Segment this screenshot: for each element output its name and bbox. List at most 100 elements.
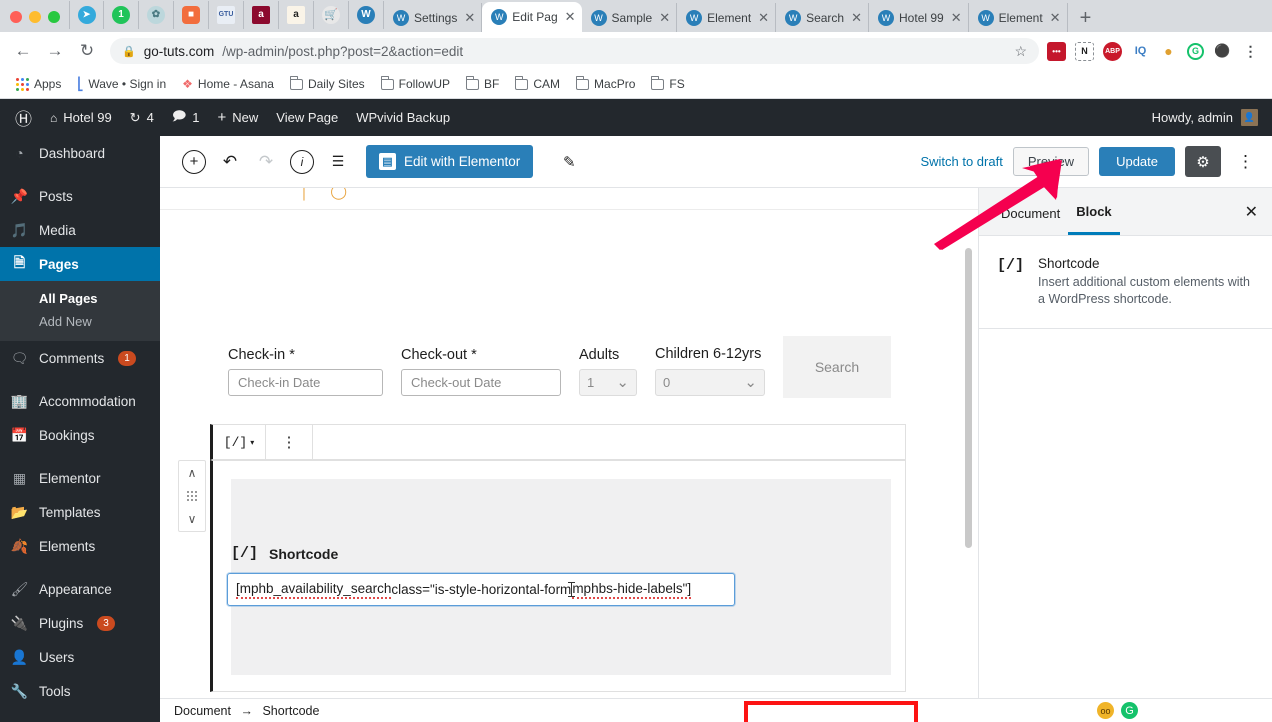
- grammarly-extension-icon[interactable]: G: [1187, 42, 1204, 60]
- profile-avatar-icon[interactable]: ⚫: [1213, 42, 1232, 61]
- sidebar-item-posts[interactable]: 📌 Posts: [0, 179, 160, 213]
- browser-tab-settings[interactable]: W Settings ✕: [384, 3, 483, 32]
- sidebar-subitem-all-pages[interactable]: All Pages: [0, 287, 160, 310]
- minimize-window-button[interactable]: [29, 11, 41, 23]
- block-type-button[interactable]: [/] ▾: [213, 425, 266, 459]
- admin-bar-wpvivid[interactable]: WPvivid Backup: [347, 99, 459, 136]
- breadcrumb-leaf[interactable]: Shortcode: [262, 704, 319, 718]
- switch-to-draft-link[interactable]: Switch to draft: [920, 154, 1002, 169]
- sidebar-item-plugins[interactable]: 🔌 Plugins 3: [0, 606, 160, 640]
- close-tab-icon[interactable]: ✕: [657, 10, 670, 26]
- settings-gear-button[interactable]: ⚙: [1185, 146, 1221, 177]
- forward-button[interactable]: →: [40, 36, 70, 66]
- pinned-tab-alamy[interactable]: a: [244, 0, 279, 29]
- browser-tab-sample[interactable]: W Sample ✕: [582, 3, 678, 32]
- browser-tab-search[interactable]: W Search ✕: [776, 3, 870, 32]
- pinned-tab-orange[interactable]: ■: [174, 0, 209, 29]
- sidebar-item-bookings[interactable]: 📅 Bookings: [0, 418, 160, 452]
- honey-extension-icon[interactable]: oo: [1097, 702, 1114, 719]
- canvas-scrollbar[interactable]: [965, 248, 972, 548]
- browser-menu-icon[interactable]: ⋮: [1241, 42, 1260, 61]
- tab-document[interactable]: Document: [993, 190, 1068, 234]
- colorpicker-extension-icon[interactable]: ●: [1159, 42, 1178, 61]
- redo-button[interactable]: ↷: [248, 144, 284, 180]
- bookmark-macpro[interactable]: MacPro: [570, 74, 641, 94]
- sidebar-item-pages[interactable]: 🗎 Pages: [0, 247, 160, 281]
- reload-button[interactable]: ↻: [72, 36, 102, 66]
- update-button[interactable]: Update: [1099, 147, 1175, 176]
- close-tab-icon[interactable]: ✕: [1048, 10, 1061, 26]
- sidebar-item-media[interactable]: 🎵 Media: [0, 213, 160, 247]
- shortcode-input[interactable]: [mphb_availability_search class="is-styl…: [227, 573, 735, 606]
- back-button[interactable]: ←: [8, 36, 38, 66]
- admin-bar-comments[interactable]: 🗩 1: [163, 99, 209, 136]
- sidebar-item-elementor[interactable]: ▦ Elementor: [0, 461, 160, 495]
- sidebar-item-comments[interactable]: 🗨 Comments 1: [0, 341, 160, 375]
- pinned-tab-telegram[interactable]: ➤: [69, 0, 104, 29]
- close-tab-icon[interactable]: ✕: [849, 10, 862, 26]
- adults-select[interactable]: 1 ⌄: [579, 369, 637, 396]
- content-info-button[interactable]: i: [284, 144, 320, 180]
- bookmark-asana[interactable]: ❖ Home - Asana: [176, 74, 280, 94]
- block-options-button[interactable]: ⋮: [266, 425, 313, 459]
- bookmark-daily-sites[interactable]: Daily Sites: [284, 74, 371, 94]
- close-tab-icon[interactable]: ✕: [462, 10, 475, 26]
- browser-tab-elementor-1[interactable]: W Element ✕: [677, 3, 777, 32]
- sidebar-item-dashboard[interactable]: ◔ Dashboard: [0, 136, 160, 170]
- close-tab-icon[interactable]: ✕: [756, 10, 769, 26]
- sidebar-item-users[interactable]: 👤 Users: [0, 640, 160, 674]
- bookmark-bf[interactable]: BF: [460, 74, 505, 94]
- pinned-tab-kiwi[interactable]: ✿: [139, 0, 174, 29]
- checkin-input[interactable]: Check-in Date: [228, 369, 383, 396]
- list-view-button[interactable]: ☰: [320, 144, 356, 180]
- search-button[interactable]: Search: [783, 336, 891, 398]
- edit-with-elementor-button[interactable]: ▤ Edit with Elementor: [366, 145, 534, 178]
- sidebar-item-elements[interactable]: 🍂 Elements: [0, 529, 160, 563]
- browser-tab-elementor-2[interactable]: W Element ✕: [969, 3, 1068, 32]
- add-block-button[interactable]: +: [176, 144, 212, 180]
- sidebar-item-tools[interactable]: 🔧 Tools: [0, 674, 160, 708]
- move-down-button[interactable]: ∨: [188, 512, 197, 526]
- preview-button[interactable]: Preview: [1012, 147, 1090, 176]
- sidebar-item-accommodation[interactable]: 🏢 Accommodation: [0, 384, 160, 418]
- tab-block[interactable]: Block: [1068, 188, 1120, 235]
- drag-handle-icon[interactable]: [187, 490, 197, 501]
- bookmark-fs[interactable]: FS: [645, 74, 690, 94]
- new-tab-button[interactable]: +: [1068, 8, 1102, 32]
- bookmark-followup[interactable]: FollowUP: [375, 74, 456, 94]
- adblock-plus-icon[interactable]: ABP: [1103, 41, 1122, 61]
- edit-title-pencil-button[interactable]: ✎: [551, 144, 587, 180]
- admin-bar-account[interactable]: Howdy, admin 👤: [1152, 109, 1272, 126]
- children-select[interactable]: 0 ⌄: [655, 369, 765, 396]
- bookmark-cam[interactable]: CAM: [509, 74, 566, 94]
- sidebar-item-templates[interactable]: 📂 Templates: [0, 495, 160, 529]
- grammarly-status-icon[interactable]: G: [1121, 702, 1138, 719]
- pinned-tab-wordpress[interactable]: W: [349, 0, 384, 29]
- selected-shortcode-block[interactable]: [/] Shortcode [mphb_availability_search …: [210, 460, 906, 692]
- sidebar-subitem-add-new[interactable]: Add New: [0, 310, 160, 333]
- admin-bar-site-name[interactable]: ⌂ Hotel 99: [41, 99, 121, 136]
- pinned-tab-cart[interactable]: 🛒: [314, 0, 349, 29]
- admin-bar-new[interactable]: + New: [208, 99, 267, 136]
- breadcrumb-root[interactable]: Document: [174, 704, 231, 718]
- browser-tab-edit-page[interactable]: W Edit Pag ✕: [482, 2, 582, 32]
- pinned-tab-gtu[interactable]: GTU: [209, 0, 244, 29]
- bookmark-star-icon[interactable]: ☆: [1014, 43, 1027, 60]
- bookmark-apps[interactable]: Apps: [10, 74, 67, 94]
- browser-tab-hotel99[interactable]: W Hotel 99 ✕: [869, 3, 969, 32]
- red-dots-extension-icon[interactable]: •••: [1047, 41, 1066, 61]
- admin-bar-updates[interactable]: ↻ 4: [121, 99, 163, 136]
- move-up-button[interactable]: ∧: [188, 466, 197, 480]
- more-options-button[interactable]: ⋮: [1231, 152, 1260, 172]
- close-tab-icon[interactable]: ✕: [563, 9, 576, 25]
- close-icon[interactable]: ✕: [1245, 202, 1258, 222]
- pinned-tab-amazon[interactable]: a: [279, 0, 314, 29]
- iq-extension-icon[interactable]: IQ: [1131, 42, 1150, 61]
- maximize-window-button[interactable]: [48, 11, 60, 23]
- pinned-tab-lastpass[interactable]: 1: [104, 0, 139, 29]
- notion-extension-icon[interactable]: N: [1075, 41, 1094, 61]
- wp-logo-button[interactable]: Ⓗ: [6, 99, 41, 136]
- bookmark-wave[interactable]: ⎣ Wave • Sign in: [71, 74, 172, 94]
- admin-bar-view-page[interactable]: View Page: [267, 99, 347, 136]
- checkout-input[interactable]: Check-out Date: [401, 369, 561, 396]
